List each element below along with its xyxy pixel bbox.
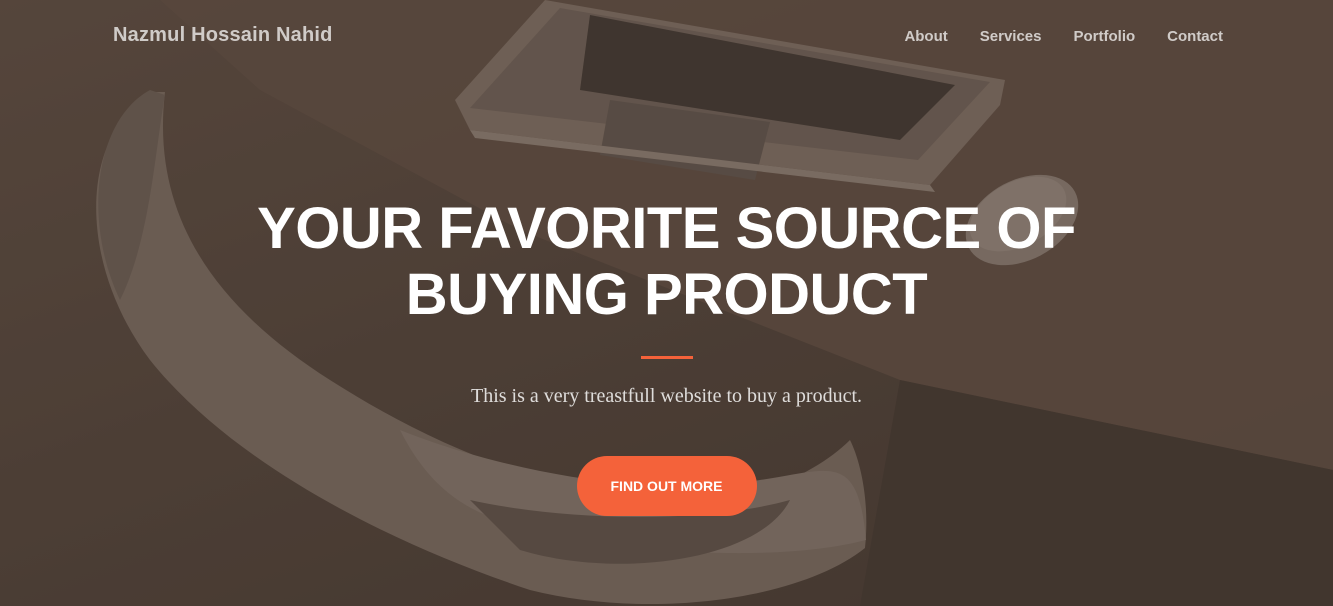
top-navbar: Nazmul Hossain Nahid About Services Port… bbox=[0, 0, 1333, 76]
hero-content: YOUR FAVORITE SOURCE OF BUYING PRODUCT T… bbox=[0, 196, 1333, 516]
nav-item-contact: Contact bbox=[1167, 28, 1223, 46]
nav-links: About Services Portfolio Contact bbox=[904, 28, 1223, 46]
hero-section: Nazmul Hossain Nahid About Services Port… bbox=[0, 0, 1333, 606]
nav-link-services[interactable]: Services bbox=[980, 28, 1042, 45]
nav-link-contact[interactable]: Contact bbox=[1167, 28, 1223, 45]
accent-divider bbox=[640, 356, 693, 359]
nav-item-portfolio: Portfolio bbox=[1074, 28, 1136, 46]
nav-link-about[interactable]: About bbox=[904, 28, 947, 45]
nav-item-about: About bbox=[904, 28, 947, 46]
find-out-more-button[interactable]: FIND OUT MORE bbox=[576, 456, 757, 516]
hero-headline: YOUR FAVORITE SOURCE OF BUYING PRODUCT bbox=[257, 196, 1076, 327]
hero-subtitle: This is a very treastfull website to buy… bbox=[470, 385, 862, 407]
brand-logo-link[interactable]: Nazmul Hossain Nahid bbox=[113, 24, 333, 47]
nav-link-portfolio[interactable]: Portfolio bbox=[1074, 28, 1136, 45]
nav-item-services: Services bbox=[980, 28, 1042, 46]
